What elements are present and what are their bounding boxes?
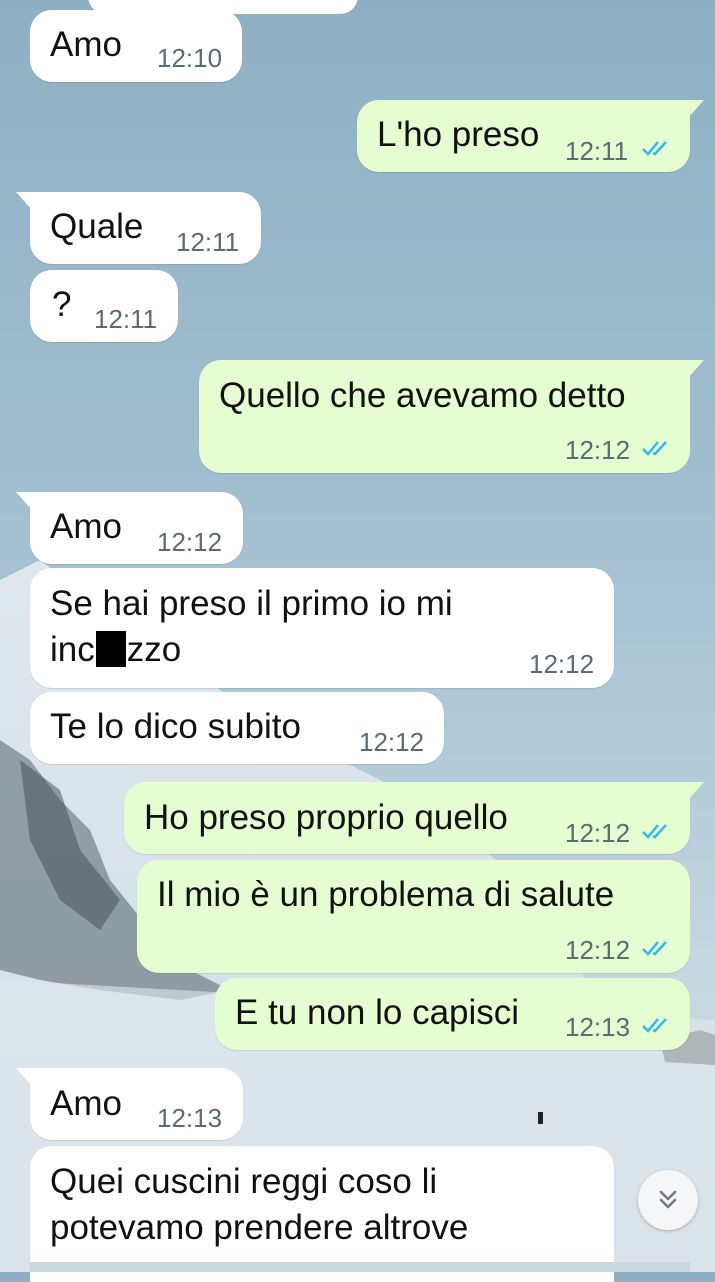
message-time: 12:11 (94, 304, 158, 334)
message-text: L'ho preso (377, 115, 540, 154)
bubble-tail (688, 782, 704, 800)
message-time: 12:12 (529, 649, 595, 679)
message-text-line2: inc zzo (50, 627, 181, 673)
message-text: Il mio è un problema di salute (157, 875, 615, 914)
message-text: Amo (50, 1084, 122, 1123)
message-time: 12:13 (565, 1012, 631, 1042)
message-text: ? (52, 285, 72, 324)
message-time: 12:12 (359, 727, 425, 757)
message-text: Amo (50, 507, 122, 546)
double-check-icon (642, 141, 667, 156)
outgoing-message[interactable]: Quello che avevamo detto 12:12 (199, 360, 690, 473)
incoming-message[interactable]: Te lo dico subito 12:12 (30, 692, 444, 764)
outgoing-message[interactable]: L'ho preso 12:11 (357, 100, 690, 172)
message-text-part: zzo (126, 630, 182, 669)
incoming-message[interactable]: Amo 12:12 (30, 492, 243, 564)
message-text: Ho preso proprio quello (144, 798, 508, 837)
message-time: 12:12 (565, 818, 631, 848)
message-text: E tu non lo capisci (235, 993, 520, 1032)
message-time: 12:11 (565, 136, 629, 166)
next-message-edge (30, 1262, 690, 1272)
outgoing-message[interactable]: Ho preso proprio quello 12:12 (124, 782, 690, 854)
double-chevron-down-icon (659, 1190, 677, 1209)
message-time: 12:13 (157, 1103, 223, 1133)
double-check-icon (642, 1018, 667, 1033)
message-time: 12:12 (565, 935, 631, 965)
outgoing-message[interactable]: Il mio è un problema di salute 12:12 (137, 860, 690, 973)
message-time: 12:12 (565, 435, 631, 465)
bubble-tail (688, 100, 704, 118)
message-text: Te lo dico subito (50, 707, 301, 746)
double-check-icon (642, 824, 667, 839)
double-check-icon (642, 941, 667, 956)
message-time: 12:12 (157, 527, 223, 557)
message-time: 12:10 (157, 43, 223, 73)
outgoing-message[interactable]: E tu non lo capisci 12:13 (215, 978, 690, 1050)
double-check-icon (642, 441, 667, 456)
message-text: Amo (50, 25, 122, 64)
message-text-line1: Quei cuscini reggi coso li (50, 1162, 438, 1201)
message-time: 12:11 (176, 227, 240, 257)
scroll-to-bottom-button[interactable] (638, 1170, 698, 1230)
message-text-part: inc (50, 630, 95, 669)
incoming-message[interactable]: Se hai preso il primo io mi inc zzo 12:12 (30, 568, 614, 688)
bubble-tail (688, 360, 704, 378)
incoming-message[interactable]: ? 12:11 (30, 270, 178, 342)
message-list[interactable]: Amo 12:10 L'ho preso 12:11 Quale 12:11 ?… (0, 0, 715, 1282)
redaction-block (95, 631, 126, 667)
incoming-message[interactable]: Quale 12:11 (30, 192, 261, 264)
incoming-message[interactable]: Amo 12:13 (30, 1068, 243, 1140)
message-text-line1: Se hai preso il primo io mi (50, 584, 453, 623)
message-text-line2: potevamo prendere altrove (50, 1208, 469, 1247)
message-text: Quale (50, 207, 144, 246)
incoming-message[interactable]: Amo 12:10 (30, 10, 242, 82)
message-text: Quello che avevamo detto (219, 376, 626, 415)
